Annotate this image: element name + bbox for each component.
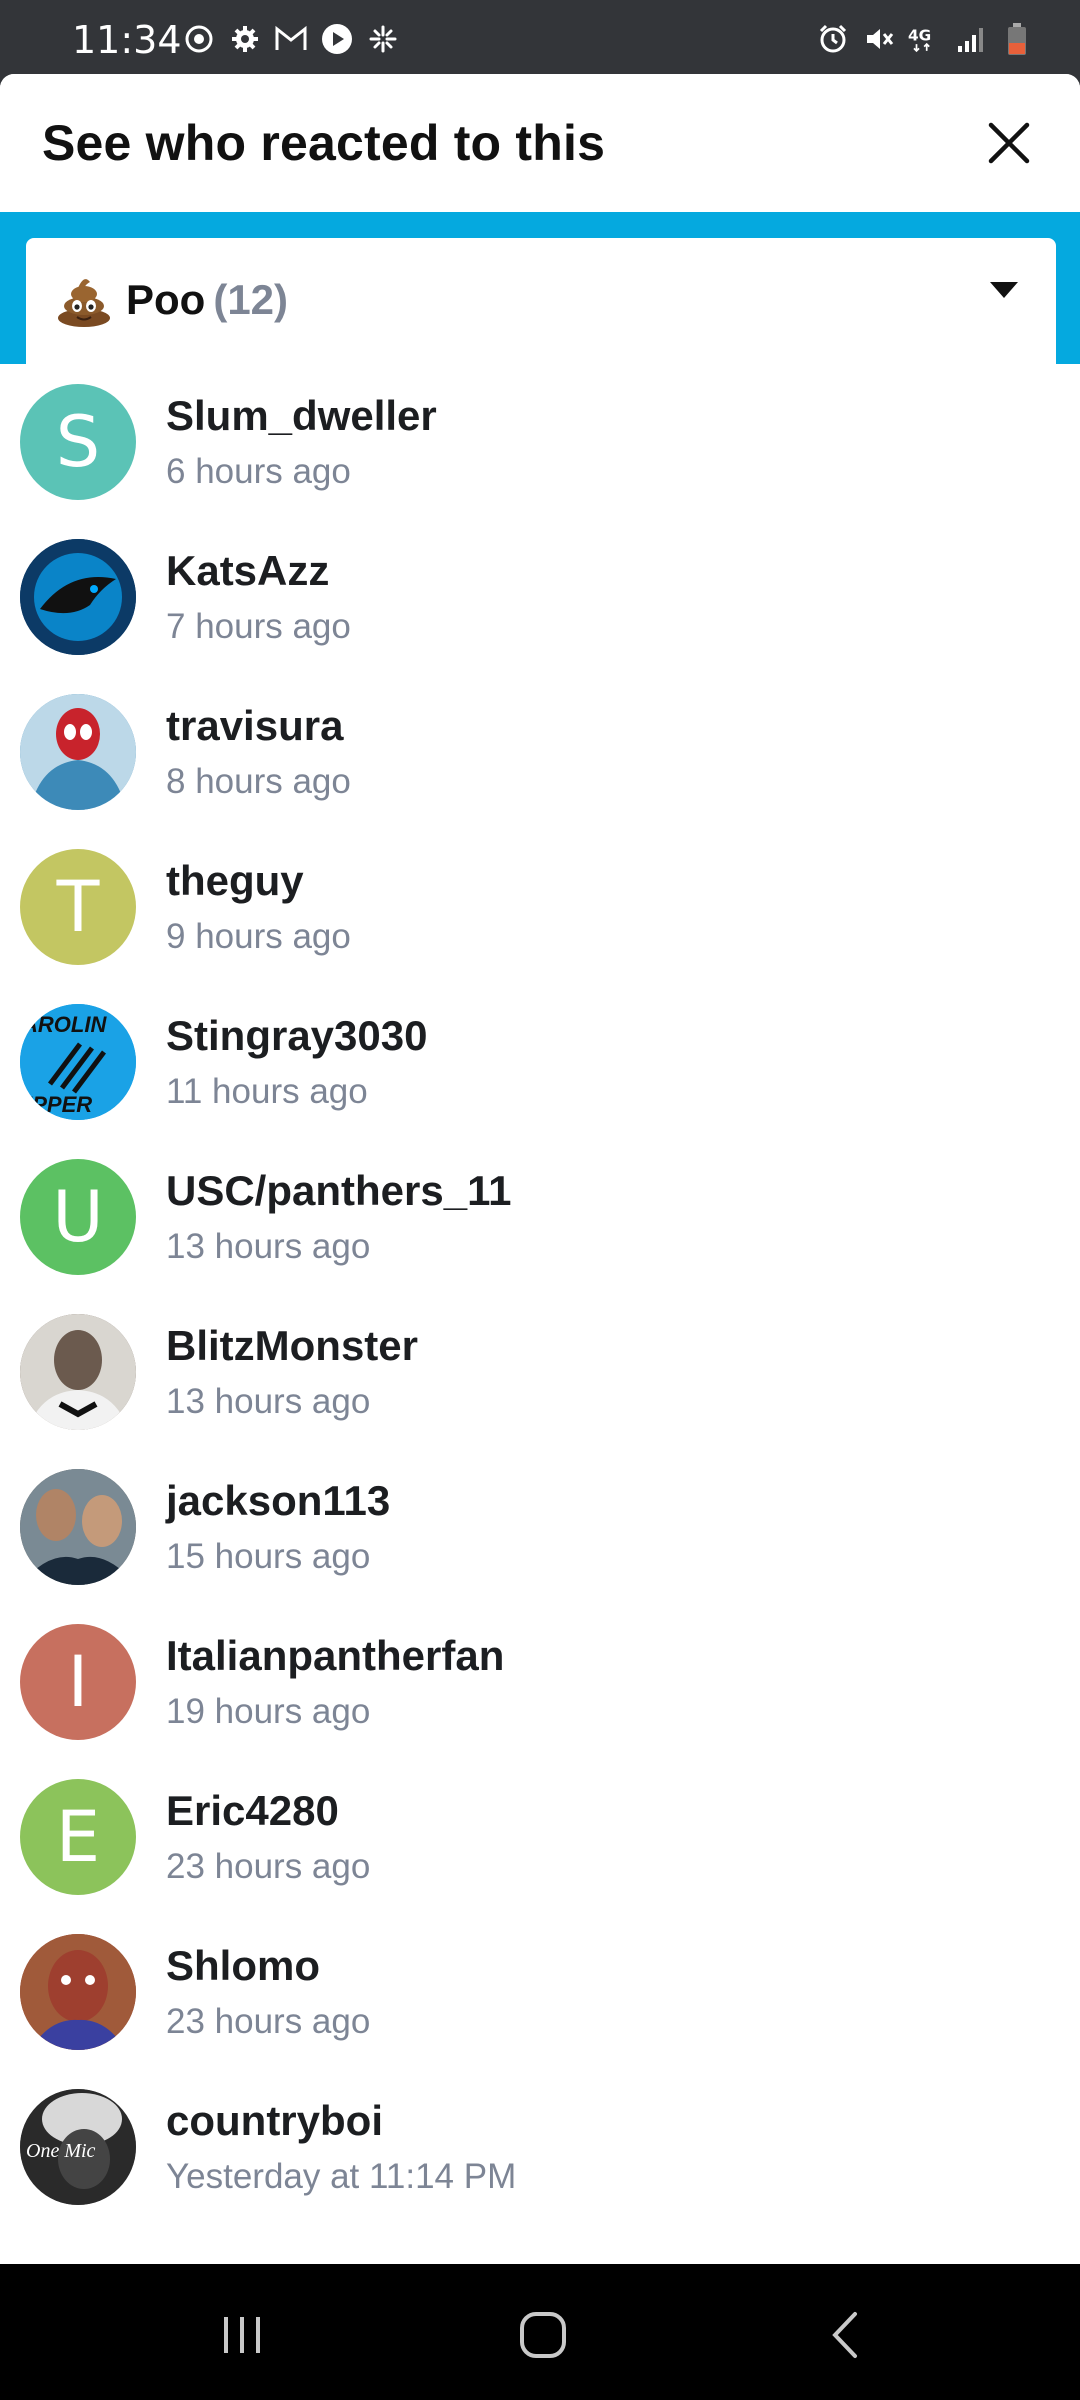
reaction-count: (12) — [213, 276, 289, 323]
reactor-row[interactable]: E Eric4280 23 hours ago — [0, 1759, 1080, 1914]
recents-button[interactable] — [207, 2300, 277, 2370]
reactor-row[interactable]: KatsAzz 7 hours ago — [0, 519, 1080, 674]
reactor-username[interactable]: Slum_dweller — [166, 392, 437, 440]
whatsapp-icon — [182, 22, 216, 56]
reaction-timestamp: 13 hours ago — [166, 1382, 371, 1421]
reaction-timestamp: 19 hours ago — [166, 1692, 371, 1731]
reactor-row[interactable]: One Mic countryboi Yesterday at 11:14 PM — [0, 2069, 1080, 2224]
reactor-username[interactable]: KatsAzz — [166, 547, 329, 595]
alarm-icon — [816, 22, 850, 56]
avatar[interactable] — [20, 1469, 136, 1585]
reaction-timestamp: 6 hours ago — [166, 452, 351, 491]
reactor-row[interactable]: I Italianpantherfan 19 hours ago — [0, 1604, 1080, 1759]
home-icon — [520, 2312, 566, 2358]
chevron-down-icon — [990, 282, 1018, 300]
status-time: 11:34 — [72, 18, 182, 62]
reactor-list: S Slum_dweller 6 hours ago KatsAzz 7 hours a… — [0, 364, 1080, 2224]
close-icon — [988, 122, 1030, 164]
avatar[interactable]: U — [20, 1159, 136, 1275]
status-bar: 11:34 4G — [0, 0, 1080, 74]
reactor-username[interactable]: countryboi — [166, 2097, 383, 2145]
close-button[interactable] — [978, 112, 1040, 174]
avatar[interactable]: One Mic — [20, 2089, 136, 2205]
avatar[interactable] — [20, 694, 136, 810]
play-icon — [320, 22, 354, 56]
status-right-icons: 4G — [816, 22, 1034, 56]
recents-icon — [224, 2317, 260, 2353]
svg-text:4G: 4G — [908, 27, 931, 45]
reactor-row[interactable]: Ttheguy 9 hours ago — [0, 829, 1080, 984]
avatar[interactable]: T — [20, 849, 136, 965]
back-button[interactable] — [810, 2300, 880, 2370]
battery-icon — [1000, 22, 1034, 56]
avatar[interactable]: AROLIN IIPPER — [20, 1004, 136, 1120]
reactor-username[interactable]: Italianpantherfan — [166, 1632, 504, 1680]
avatar[interactable] — [20, 1314, 136, 1430]
reaction-timestamp: Yesterday at 11:14 PM — [166, 2157, 517, 2196]
avatar[interactable] — [20, 539, 136, 655]
reactor-username[interactable]: BlitzMonster — [166, 1322, 418, 1370]
reactor-row[interactable]: U USC/panthers_11 13 hours ago — [0, 1139, 1080, 1294]
settings-icon — [228, 22, 262, 56]
reactor-row[interactable]: Shlomo 23 hours ago — [0, 1914, 1080, 2069]
reactor-username[interactable]: jackson113 — [166, 1477, 390, 1525]
reaction-timestamp: 23 hours ago — [166, 1847, 371, 1886]
avatar[interactable]: I — [20, 1624, 136, 1740]
reactor-row[interactable]: S Slum_dweller 6 hours ago — [0, 364, 1080, 519]
reactor-row[interactable]: AROLIN IIPPER Stingray3030 11 hours ago — [0, 984, 1080, 1139]
reactor-row[interactable]: travisura 8 hours ago — [0, 674, 1080, 829]
reactor-username[interactable]: travisura — [166, 702, 343, 750]
avatar[interactable]: E — [20, 1779, 136, 1895]
reactor-row[interactable]: BlitzMonster 13 hours ago — [0, 1294, 1080, 1449]
sparkle-icon — [366, 22, 400, 56]
reactor-username[interactable]: theguy — [166, 857, 304, 905]
svg-text:AROLIN: AROLIN — [21, 1012, 107, 1037]
4g-icon: 4G — [908, 22, 942, 56]
reactor-row[interactable]: jackson113 15 hours ago — [0, 1449, 1080, 1604]
sheet-header: See who reacted to this — [0, 74, 1080, 212]
reaction-filter-label: Poo (12) — [126, 276, 288, 324]
signal-icon — [954, 22, 988, 56]
reactor-username[interactable]: Shlomo — [166, 1942, 320, 1990]
reaction-timestamp: 13 hours ago — [166, 1227, 371, 1266]
reaction-timestamp: 7 hours ago — [166, 607, 351, 646]
reaction-filter-dropdown[interactable]: Poo (12) — [26, 238, 1056, 364]
filter-band: Poo (12) — [0, 212, 1080, 364]
svg-text:One Mic: One Mic — [26, 2140, 96, 2162]
avatar[interactable] — [20, 1934, 136, 2050]
reactions-sheet: See who reacted to this Poo (12) S Slum_… — [0, 74, 1080, 2264]
reaction-timestamp: 8 hours ago — [166, 762, 351, 801]
reactor-username[interactable]: Eric4280 — [166, 1787, 339, 1835]
status-left-icons — [182, 22, 400, 56]
reaction-timestamp: 9 hours ago — [166, 917, 351, 956]
reactor-username[interactable]: Stingray3030 — [166, 1012, 427, 1060]
gmail-icon — [274, 22, 308, 56]
avatar[interactable]: S — [20, 384, 136, 500]
svg-text:IIPPER: IIPPER — [20, 1092, 92, 1117]
reaction-timestamp: 23 hours ago — [166, 2002, 371, 2041]
home-button[interactable] — [508, 2300, 578, 2370]
sheet-title: See who reacted to this — [42, 115, 606, 171]
poo-icon — [56, 272, 112, 328]
reaction-name: Poo — [126, 276, 206, 323]
back-icon — [832, 2312, 857, 2358]
reaction-timestamp: 15 hours ago — [166, 1537, 371, 1576]
reaction-timestamp: 11 hours ago — [166, 1072, 368, 1111]
reactor-username[interactable]: USC/panthers_11 — [166, 1167, 511, 1215]
mute-icon — [862, 22, 896, 56]
